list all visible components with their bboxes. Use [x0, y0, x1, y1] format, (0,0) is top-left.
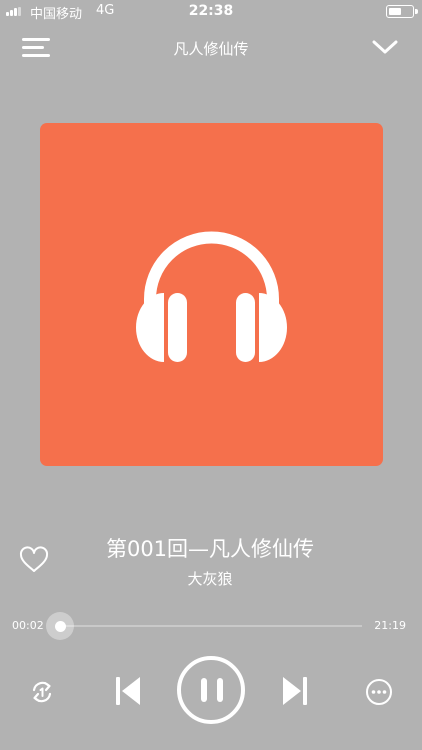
progress-knob: [55, 621, 66, 632]
next-button[interactable]: [281, 675, 309, 707]
pause-icon: [201, 678, 207, 702]
header: 凡人修仙传: [0, 28, 422, 68]
track-title: 第001回—凡人修仙传: [105, 537, 315, 561]
battery-icon: [386, 5, 418, 18]
total-time: 21:19: [374, 619, 406, 632]
skip-next-icon: [283, 677, 307, 705]
headphones-icon: [136, 231, 287, 362]
like-button[interactable]: [18, 546, 50, 574]
previous-button[interactable]: [114, 675, 142, 707]
repeat-button[interactable]: [28, 678, 56, 706]
repeat-one-icon: [32, 681, 52, 703]
play-pause-button[interactable]: [177, 656, 245, 724]
more-button[interactable]: [365, 678, 393, 706]
status-bar: 中国移动 4G 22:38: [0, 0, 422, 22]
player-screen: 中国移动 4G 22:38 凡人修仙传 第001回—凡人修仙传 大灰狼 00:0…: [0, 0, 422, 750]
collapse-button[interactable]: [370, 36, 400, 58]
track-artist: 大灰狼: [187, 570, 233, 588]
skip-previous-icon: [116, 677, 140, 705]
more-horizontal-icon: [366, 679, 392, 705]
heart-icon: [19, 546, 49, 572]
chevron-down-icon: [372, 40, 398, 54]
page-title: 凡人修仙传: [173, 40, 249, 58]
album-cover: [40, 123, 383, 466]
status-time: 22:38: [188, 3, 234, 19]
progress-bar[interactable]: [60, 625, 362, 627]
current-time: 00:02: [12, 619, 44, 632]
